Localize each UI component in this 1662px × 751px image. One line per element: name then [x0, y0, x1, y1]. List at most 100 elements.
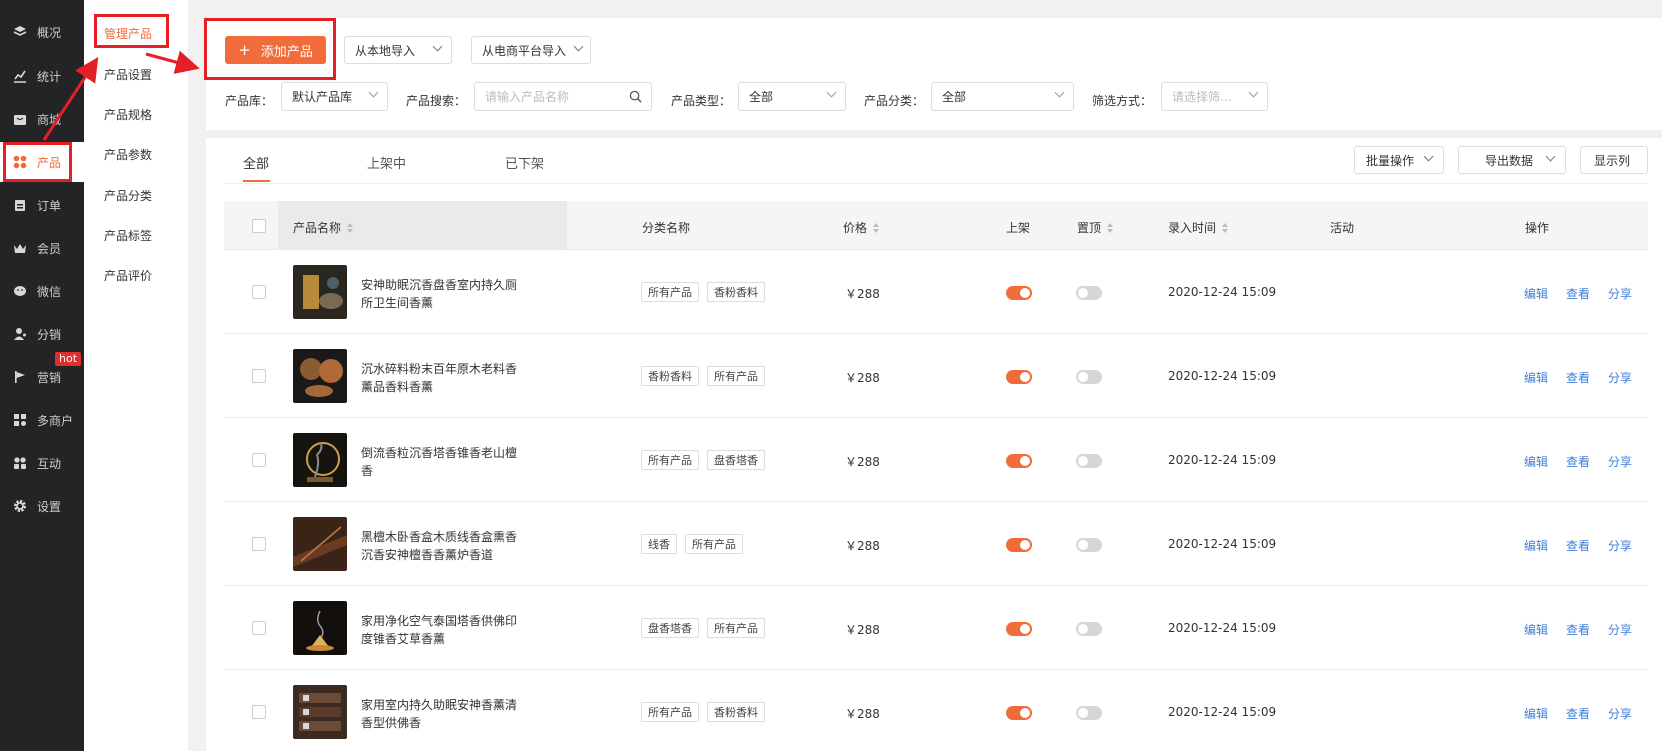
view-link[interactable]: 查看	[1566, 285, 1590, 302]
listed-toggle[interactable]	[1006, 538, 1032, 552]
type-select[interactable]: 全部	[738, 82, 846, 111]
filter-mode-select[interactable]: 请选择筛...	[1161, 82, 1268, 111]
listed-toggle[interactable]	[1006, 622, 1032, 636]
th-entry-time[interactable]: 录入时间	[1168, 219, 1229, 236]
pin-toggle[interactable]	[1076, 370, 1102, 384]
share-link[interactable]: 分享	[1608, 621, 1632, 638]
sidebar-item-shop[interactable]: 商城	[0, 99, 84, 139]
edit-link[interactable]: 编辑	[1524, 705, 1548, 722]
submenu-item-categories[interactable]: 产品分类	[104, 187, 152, 204]
active-tab-indicator	[243, 180, 270, 182]
edit-link[interactable]: 编辑	[1524, 369, 1548, 386]
submenu-item-settings[interactable]: 产品设置	[104, 66, 152, 83]
search-icon[interactable]	[629, 90, 642, 103]
row-checkbox[interactable]	[252, 369, 266, 383]
tab-all[interactable]: 全部	[243, 153, 269, 172]
export-data-label: 导出数据	[1485, 153, 1534, 168]
sidebar-item-label: 设置	[37, 499, 62, 514]
submenu-item-params[interactable]: 产品参数	[104, 146, 152, 163]
listed-toggle[interactable]	[1006, 370, 1032, 384]
tab-unlisted[interactable]: 已下架	[505, 153, 544, 172]
pin-toggle[interactable]	[1076, 286, 1102, 300]
product-name[interactable]: 家用室内持久助眠安神香薰清香型供佛香	[361, 696, 521, 732]
th-product-name[interactable]: 产品名称	[293, 219, 354, 236]
row-checkbox[interactable]	[252, 537, 266, 551]
submenu-item-specs[interactable]: 产品规格	[104, 106, 152, 123]
listed-toggle[interactable]	[1006, 706, 1032, 720]
tabs-divider	[224, 183, 1648, 184]
sidebar-item-label: 订单	[37, 198, 62, 213]
pin-toggle[interactable]	[1076, 454, 1102, 468]
product-name[interactable]: 安神助眠沉香盘香室内持久厕所卫生间香薰	[361, 276, 521, 312]
view-link[interactable]: 查看	[1566, 369, 1590, 386]
sidebar-item-overview[interactable]: 概况	[0, 12, 84, 52]
product-thumbnail[interactable]	[293, 601, 347, 655]
th-pinned[interactable]: 置顶	[1077, 219, 1114, 236]
chevron-down-icon	[573, 41, 584, 52]
edit-link[interactable]: 编辑	[1524, 285, 1548, 302]
sidebar-item-label: 营销	[37, 370, 62, 385]
row-checkbox[interactable]	[252, 285, 266, 299]
view-link[interactable]: 查看	[1566, 537, 1590, 554]
sidebar-item-label: 微信	[37, 284, 62, 299]
select-all-checkbox[interactable]	[252, 219, 266, 233]
th-label: 分类名称	[642, 221, 691, 235]
product-thumbnail[interactable]	[293, 517, 347, 571]
filter-mode-label: 筛选方式：	[1092, 94, 1153, 108]
sidebar-item-distribution[interactable]: 分销	[0, 314, 84, 354]
view-link[interactable]: 查看	[1566, 705, 1590, 722]
share-link[interactable]: 分享	[1608, 537, 1632, 554]
pin-toggle[interactable]	[1076, 706, 1102, 720]
share-link[interactable]: 分享	[1608, 453, 1632, 470]
category-label: 产品分类：	[864, 94, 925, 108]
view-link[interactable]: 查看	[1566, 453, 1590, 470]
product-thumbnail[interactable]	[293, 265, 347, 319]
product-name[interactable]: 沉水碎料粉末百年原木老料香薰品香料香薰	[361, 360, 521, 396]
th-label: 价格	[843, 221, 868, 235]
share-link[interactable]: 分享	[1608, 285, 1632, 302]
share-link[interactable]: 分享	[1608, 369, 1632, 386]
th-price[interactable]: 价格	[843, 219, 880, 236]
edit-link[interactable]: 编辑	[1524, 453, 1548, 470]
flag-icon	[12, 369, 28, 385]
product-name[interactable]: 倒流香粒沉香塔香锥香老山檀香	[361, 444, 521, 480]
listed-toggle[interactable]	[1006, 286, 1032, 300]
product-thumbnail[interactable]	[293, 349, 347, 403]
library-select[interactable]: 默认产品库	[281, 82, 388, 111]
sidebar-item-marketing[interactable]: 营销	[0, 357, 84, 397]
sidebar-item-interaction[interactable]: 互动	[0, 443, 84, 483]
submenu-item-reviews[interactable]: 产品评价	[104, 267, 152, 284]
toolbar-panel	[206, 18, 1662, 130]
category-select[interactable]: 全部	[931, 82, 1074, 111]
pin-toggle[interactable]	[1076, 622, 1102, 636]
submenu-item-tags[interactable]: 产品标签	[104, 227, 152, 244]
sidebar-item-multi-merchant[interactable]: 多商户	[0, 400, 84, 440]
listed-toggle[interactable]	[1006, 454, 1032, 468]
ecommerce-import-dropdown[interactable]: 从电商平台导入	[471, 36, 591, 64]
product-name[interactable]: 家用净化空气泰国塔香供佛印度锥香艾草香薰	[361, 612, 521, 648]
share-link[interactable]: 分享	[1608, 705, 1632, 722]
display-columns-button[interactable]: 显示列	[1580, 146, 1648, 174]
search-input[interactable]: 请输入产品名称	[474, 82, 652, 111]
product-thumbnail[interactable]	[293, 685, 347, 739]
edit-link[interactable]: 编辑	[1524, 537, 1548, 554]
sidebar-item-members[interactable]: 会员	[0, 228, 84, 268]
sidebar-item-wechat[interactable]: 微信	[0, 271, 84, 311]
view-link[interactable]: 查看	[1566, 621, 1590, 638]
export-data-dropdown[interactable]: 导出数据	[1458, 146, 1566, 174]
sidebar-item-orders[interactable]: 订单	[0, 185, 84, 225]
product-name[interactable]: 黑檀木卧香盒木质线香盒熏香沉香安神檀香香薰炉香道	[361, 528, 521, 564]
edit-link[interactable]: 编辑	[1524, 621, 1548, 638]
row-checkbox[interactable]	[252, 453, 266, 467]
batch-actions-dropdown[interactable]: 批量操作	[1354, 146, 1444, 174]
product-thumbnail[interactable]	[293, 433, 347, 487]
row-checkbox[interactable]	[252, 705, 266, 719]
entry-time: 2020-12-24 15:09	[1168, 621, 1277, 635]
sidebar-item-settings[interactable]: 设置	[0, 486, 84, 526]
row-checkbox[interactable]	[252, 621, 266, 635]
category-tag: 香粉香料	[707, 702, 765, 722]
tab-listed[interactable]: 上架中	[367, 153, 406, 172]
local-import-dropdown[interactable]: 从本地导入	[344, 36, 452, 64]
pin-toggle[interactable]	[1076, 538, 1102, 552]
sidebar-item-stats[interactable]: 统计	[0, 56, 84, 96]
